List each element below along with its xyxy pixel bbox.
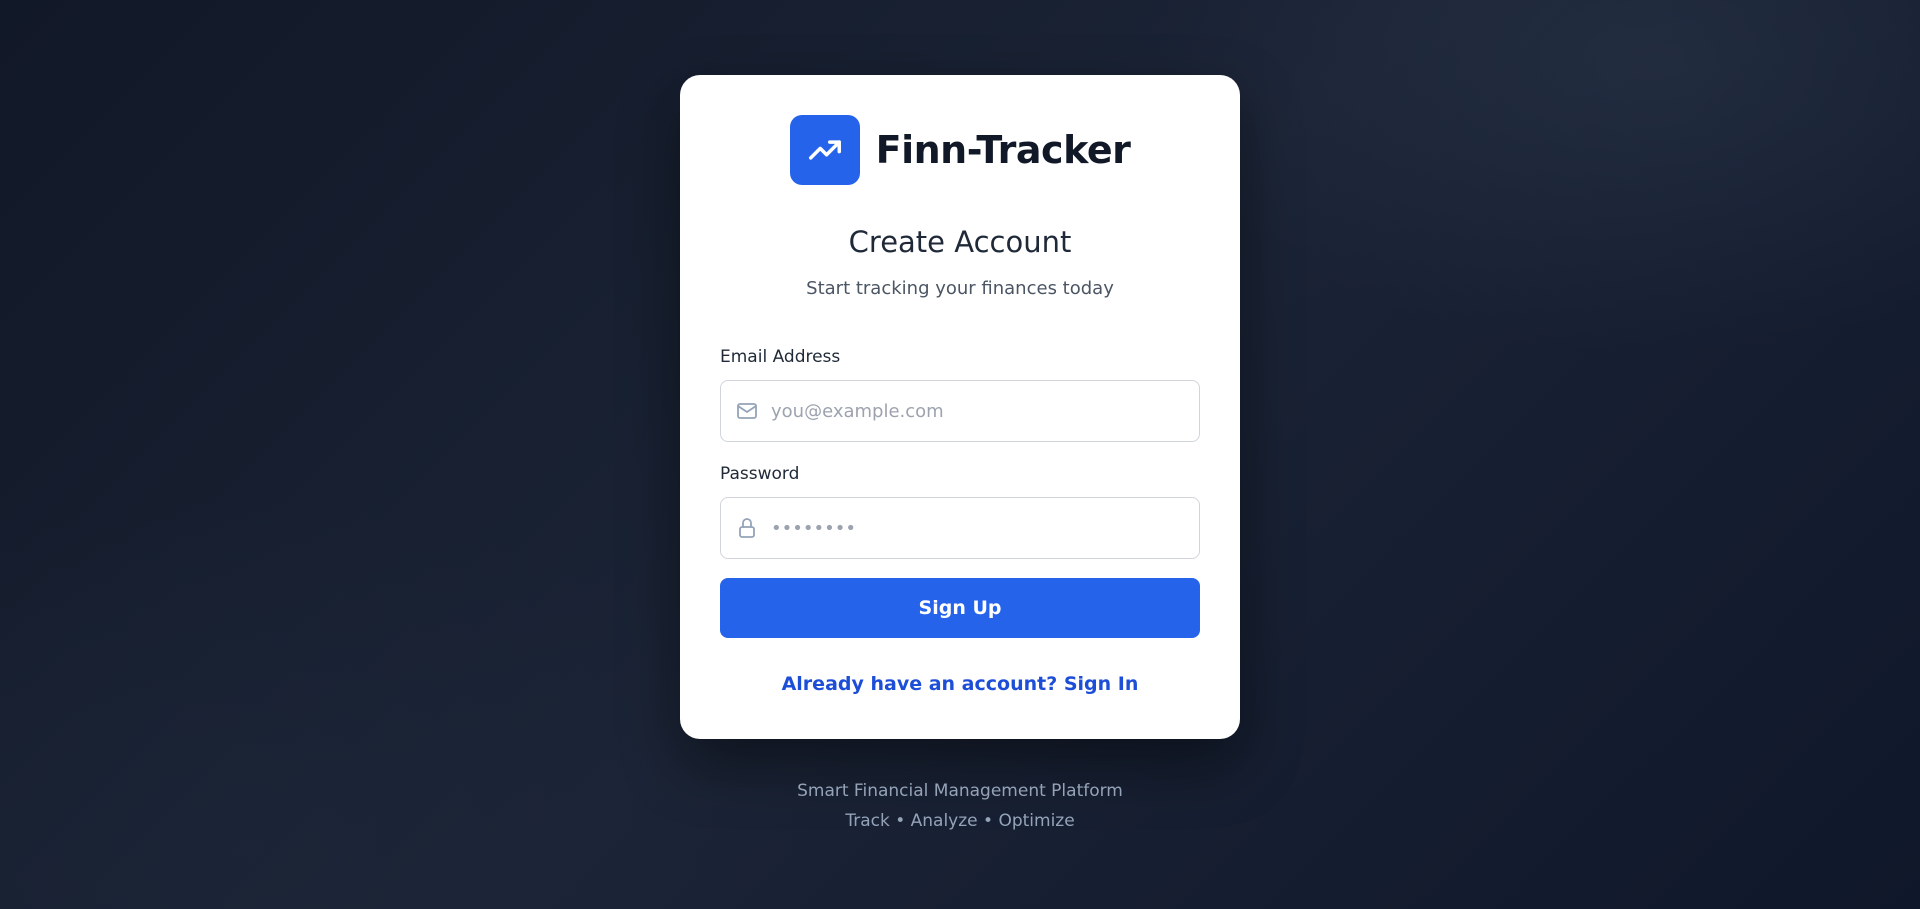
page-title: Create Account <box>848 225 1072 259</box>
lock-icon <box>735 516 759 540</box>
signup-card: Finn-Tracker Create Account Start tracki… <box>680 75 1240 739</box>
footer-tagline: Smart Financial Management Platform <box>797 781 1123 801</box>
sign-in-link[interactable]: Already have an account? Sign In <box>680 673 1240 695</box>
password-field[interactable] <box>720 497 1200 559</box>
mail-icon <box>735 399 759 423</box>
brand-name: Finn-Tracker <box>875 128 1131 172</box>
footer-motto: Track • Analyze • Optimize <box>845 811 1075 831</box>
email-input[interactable] <box>771 400 1199 422</box>
brand-header: Finn-Tracker <box>680 115 1240 185</box>
page-subtitle: Start tracking your finances today <box>806 278 1114 299</box>
password-input[interactable] <box>771 517 1199 539</box>
trending-up-icon <box>808 140 841 160</box>
email-field[interactable] <box>720 380 1200 442</box>
password-label: Password <box>720 464 800 484</box>
brand-logo <box>789 115 860 185</box>
email-label: Email Address <box>720 347 841 367</box>
sign-up-button[interactable]: Sign Up <box>720 578 1200 638</box>
